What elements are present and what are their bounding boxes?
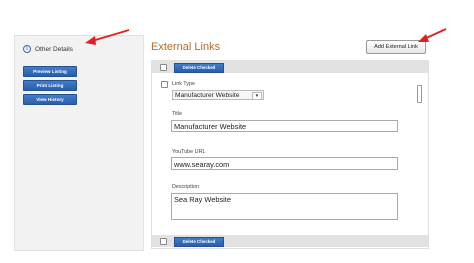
arrow-head-left: [85, 36, 96, 45]
arrow-line-left: [91, 29, 130, 42]
arrow-annotation-icon: [85, 28, 447, 45]
arrow-head-right: [418, 34, 429, 42]
